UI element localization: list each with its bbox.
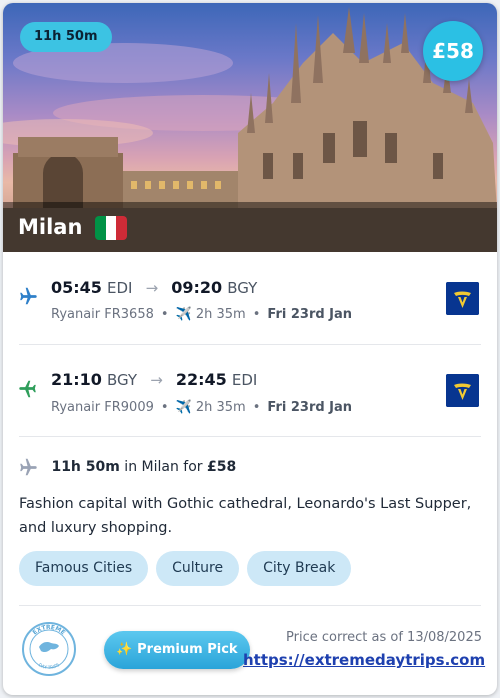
divider — [19, 436, 481, 437]
return-arrive-time: 22:45 — [175, 370, 227, 389]
tag-city-break[interactable]: City Break — [247, 551, 352, 586]
city-name: Milan — [18, 215, 83, 239]
outbound-arrive-time: 09:20 — [171, 278, 223, 297]
stay-duration: 11h 50m — [51, 459, 120, 475]
italy-flag-icon — [95, 216, 127, 240]
divider — [19, 605, 481, 606]
outbound-duration: 2h 35m — [195, 307, 246, 322]
outbound-airline-flight: Ryanair FR3658 — [51, 307, 154, 322]
return-date: Fri 23rd Jan — [267, 400, 353, 415]
return-flight-row[interactable]: 21:10 BGY → 22:45 EDI Ryanair FR9009 • ✈️ … — [3, 345, 497, 433]
destination-description: Fashion capital with Gothic cathedral, L… — [19, 496, 472, 536]
tag-famous-cities[interactable]: Famous Cities — [19, 551, 149, 586]
stay-text: in Milan for — [119, 459, 207, 475]
outbound-times: 05:45 EDI → 09:20 BGY — [51, 278, 257, 297]
return-depart-code: BGY — [107, 371, 138, 389]
small-plane-icon: ✈️ — [175, 307, 192, 322]
outbound-depart-time: 05:45 — [51, 278, 102, 297]
return-depart-time: 21:10 — [51, 370, 102, 389]
plane-icon — [20, 458, 37, 476]
svg-text:DAY TRIPS: DAY TRIPS — [37, 662, 61, 671]
tag-culture[interactable]: Culture — [156, 551, 240, 586]
outbound-flight-row[interactable]: 05:45 EDI → 09:20 BGY Ryanair FR3658 • ✈️ … — [3, 252, 497, 340]
outbound-date: Fri 23rd Jan — [267, 307, 353, 322]
outbound-plane-icon — [20, 287, 37, 305]
ryanair-logo-icon — [446, 282, 479, 315]
price-note: Price correct as of 13/08/2025 — [286, 630, 482, 645]
return-airline-flight: Ryanair FR9009 — [51, 400, 154, 415]
price-badge: £58 — [423, 21, 483, 81]
outbound-arrive-code: BGY — [227, 279, 258, 297]
outbound-meta: Ryanair FR3658 • ✈️ 2h 35m • Fri 23rd Jan — [51, 307, 353, 322]
outbound-depart-code: EDI — [107, 279, 133, 297]
return-meta: Ryanair FR9009 • ✈️ 2h 35m • Fri 23rd Jan — [51, 400, 353, 415]
tag-list: Famous Cities Culture City Break — [19, 551, 352, 586]
extreme-day-trips-stamp-logo: EXTREME DAY TRIPS — [22, 622, 76, 676]
return-plane-icon — [19, 380, 36, 398]
stay-price: £58 — [206, 459, 237, 475]
arrow-right-icon: → — [150, 371, 163, 389]
premium-pick-button[interactable]: ✨ Premium Pick — [104, 631, 250, 669]
stamp-bottom-text: DAY TRIPS — [37, 662, 61, 671]
ryanair-logo-icon — [446, 374, 479, 407]
trip-card[interactable]: 11h 50m £58 Milan 05:45 EDI → 09:20 BGY … — [3, 3, 497, 695]
return-times: 21:10 BGY → 22:45 EDI — [51, 370, 257, 389]
return-arrive-code: EDI — [231, 371, 258, 389]
stay-summary: 11h 50m in Milan for £58 — [17, 456, 236, 478]
small-plane-icon: ✈️ — [175, 400, 192, 415]
arrow-right-icon: → — [145, 279, 159, 297]
trip-duration-badge: 11h 50m — [20, 22, 112, 52]
site-link[interactable]: https://extremedaytrips.com — [243, 651, 485, 669]
hero-image: 11h 50m £58 Milan — [3, 3, 497, 252]
return-duration: 2h 35m — [195, 400, 246, 415]
